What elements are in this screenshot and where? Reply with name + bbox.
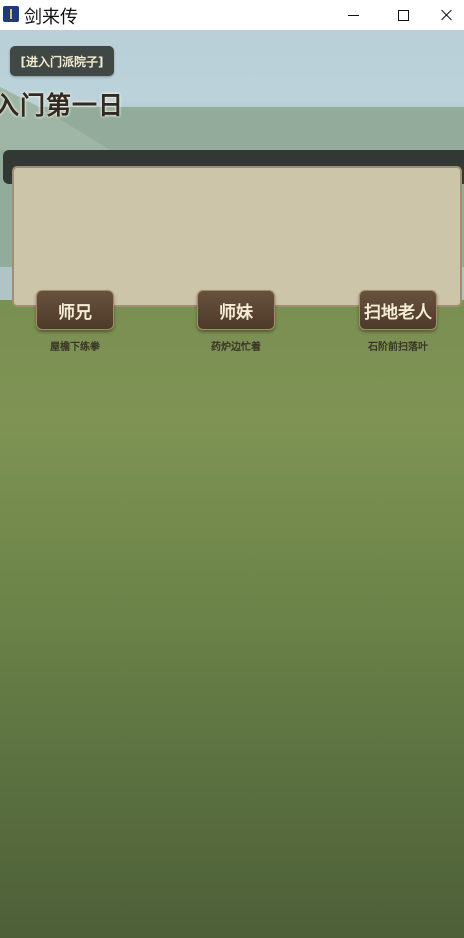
npc-button-junior-sister[interactable]: 师妹 [197, 290, 275, 330]
title-bar[interactable]: 剑来传 [0, 0, 464, 30]
game-scene: [进入门派院子] 入门第一日 师兄 屋檐下练拳 师妹 药炉边忙着 扫地老人 石阶… [0, 30, 464, 938]
npc-description: 石阶前扫落叶 [368, 342, 428, 353]
window-title: 剑来传 [24, 7, 78, 28]
close-icon [441, 9, 453, 21]
background-ground [0, 300, 464, 938]
npc-junior-sister: 师妹 药炉边忙着 [197, 290, 275, 353]
npc-sweeper-elder: 扫地老人 石阶前扫落叶 [359, 290, 437, 353]
npc-button-sweeper-elder[interactable]: 扫地老人 [359, 290, 437, 330]
npc-senior-brother: 师兄 屋檐下练拳 [36, 290, 114, 353]
minimize-button[interactable] [330, 0, 376, 30]
minimize-icon [347, 14, 359, 16]
location-button[interactable]: [进入门派院子] [10, 46, 114, 76]
npc-description: 药炉边忙着 [211, 342, 261, 353]
close-button[interactable] [430, 0, 464, 30]
npc-description: 屋檐下练拳 [50, 342, 100, 353]
app-icon [3, 6, 19, 22]
day-title: 入门第一日 [0, 91, 125, 120]
dialog-panel [12, 166, 462, 307]
app-window: 剑来传 [进入门派院子] 入门第一日 师兄 屋檐下练拳 师妹 药炉边忙着 扫地老… [0, 0, 464, 938]
maximize-button[interactable] [380, 0, 426, 30]
maximize-icon [397, 9, 409, 21]
npc-button-senior-brother[interactable]: 师兄 [36, 290, 114, 330]
